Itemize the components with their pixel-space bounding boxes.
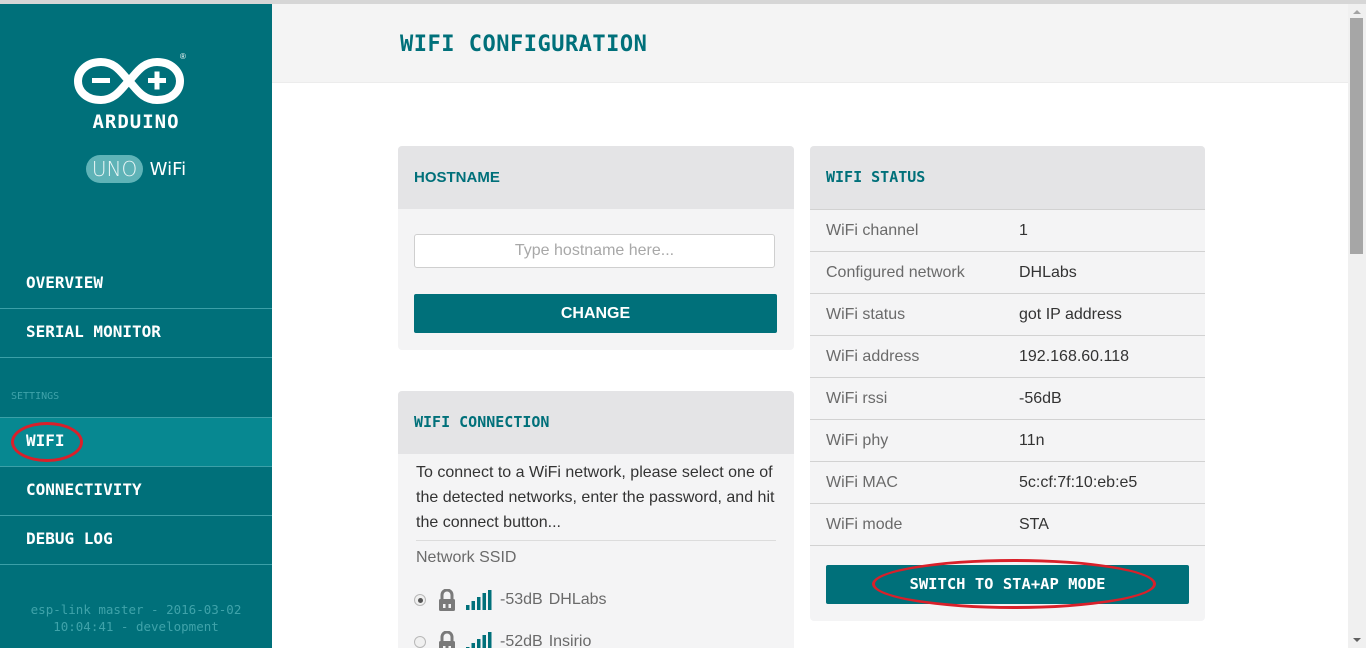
status-row: WiFi phy 11n xyxy=(810,419,1205,461)
sidebar-item-wifi[interactable]: WIFI xyxy=(0,418,272,467)
version-line-1: esp-link master - 2016-03-02 xyxy=(30,602,242,617)
model-suffix: WiFi xyxy=(149,158,187,180)
arduino-infinity-icon xyxy=(74,57,184,105)
page-scrollbar[interactable] xyxy=(1348,4,1366,648)
status-value: STA xyxy=(1019,515,1049,533)
model-badge: UNO xyxy=(85,155,144,183)
arduino-logo: ® ARDUINO UNO WiFi xyxy=(0,4,272,204)
status-label: WiFi status xyxy=(826,305,906,323)
sidebar-item-connectivity[interactable]: CONNECTIVITY xyxy=(0,467,272,516)
version-line-2: 10:04:41 - development xyxy=(53,619,219,634)
wifi-connection-card: WIFI CONNECTION To connect to a WiFi net… xyxy=(398,391,794,648)
change-hostname-button[interactable]: CHANGE xyxy=(414,294,777,333)
signal-strength-icon xyxy=(466,632,492,648)
status-label: WiFi address xyxy=(826,347,920,365)
status-label: WiFi rssi xyxy=(826,389,888,407)
annotation-circle xyxy=(11,422,83,462)
status-label: Configured network xyxy=(826,263,965,281)
status-row: Configured network DHLabs xyxy=(810,251,1205,293)
status-label: WiFi MAC xyxy=(826,473,898,491)
lock-icon xyxy=(439,631,455,648)
wifi-status-card: WIFI STATUS WiFi channel 1 Configured ne… xyxy=(810,146,1205,621)
status-row: WiFi status got IP address xyxy=(810,293,1205,335)
status-row: WiFi channel 1 xyxy=(810,209,1205,251)
page-header: WIFI CONFIGURATION xyxy=(272,4,1348,83)
sidebar-item-overview[interactable]: OVERVIEW xyxy=(0,260,272,309)
network-option[interactable]: -52dB Insirio xyxy=(414,628,591,648)
lock-icon xyxy=(439,589,455,611)
status-label: WiFi phy xyxy=(826,431,889,449)
network-radio[interactable] xyxy=(414,636,426,648)
status-row: WiFi address 192.168.60.118 xyxy=(810,335,1205,377)
network-rssi: -53dB xyxy=(500,591,543,608)
network-ssid-label: Network SSID xyxy=(416,549,517,566)
wifi-status-table: WiFi channel 1 Configured network DHLabs… xyxy=(810,209,1205,546)
status-value: got IP address xyxy=(1019,305,1122,323)
signal-strength-icon xyxy=(466,590,492,610)
wifi-connection-card-title: WIFI CONNECTION xyxy=(398,391,794,454)
network-radio[interactable] xyxy=(414,594,426,606)
scroll-up-arrow-icon[interactable] xyxy=(1353,10,1361,14)
hostname-input[interactable] xyxy=(414,234,775,268)
status-label: WiFi mode xyxy=(826,515,903,533)
network-option[interactable]: -53dB DHLabs xyxy=(414,586,607,614)
status-value: DHLabs xyxy=(1019,263,1077,281)
wifi-status-card-title: WIFI STATUS xyxy=(810,146,1205,209)
status-value: 1 xyxy=(1019,221,1028,239)
sidebar-section-settings: SETTINGS xyxy=(0,358,272,418)
status-value: -56dB xyxy=(1019,389,1062,407)
sidebar: ® ARDUINO UNO WiFi OVERVIEW SERIAL MONIT… xyxy=(0,4,272,648)
sidebar-nav: OVERVIEW SERIAL MONITOR SETTINGS WIFI CO… xyxy=(0,260,272,565)
network-rssi: -52dB xyxy=(500,633,543,648)
status-row: WiFi MAC 5c:cf:7f:10:eb:e5 xyxy=(810,461,1205,503)
window-top-border xyxy=(0,0,1366,4)
switch-mode-button[interactable]: SWITCH TO STA+AP MODE xyxy=(826,565,1189,604)
model-label: UNO WiFi xyxy=(0,155,272,183)
network-ssid: DHLabs xyxy=(548,591,607,608)
logo-text: ARDUINO xyxy=(92,111,180,133)
status-value: 11n xyxy=(1019,431,1045,449)
hostname-card-title: HOSTNAME xyxy=(398,146,794,209)
status-label: WiFi channel xyxy=(826,221,919,239)
scroll-down-arrow-icon[interactable] xyxy=(1353,638,1361,642)
status-row: WiFi mode STA xyxy=(810,503,1205,545)
hostname-card: HOSTNAME CHANGE xyxy=(398,146,794,350)
status-value: 5c:cf:7f:10:eb:e5 xyxy=(1019,473,1138,491)
status-value: 192.168.60.118 xyxy=(1019,347,1130,365)
divider xyxy=(416,540,776,541)
page-title: WIFI CONFIGURATION xyxy=(400,32,648,57)
scrollbar-thumb[interactable] xyxy=(1350,18,1363,254)
version-info: esp-link master - 2016-03-02 10:04:41 - … xyxy=(0,601,272,635)
sidebar-item-serial-monitor[interactable]: SERIAL MONITOR xyxy=(0,309,272,358)
registered-mark: ® xyxy=(180,52,186,61)
network-ssid: Insirio xyxy=(548,633,592,648)
wifi-connection-description: To connect to a WiFi network, please sel… xyxy=(416,464,775,531)
sidebar-item-debug-log[interactable]: DEBUG LOG xyxy=(0,516,272,565)
status-row: WiFi rssi -56dB xyxy=(810,377,1205,419)
